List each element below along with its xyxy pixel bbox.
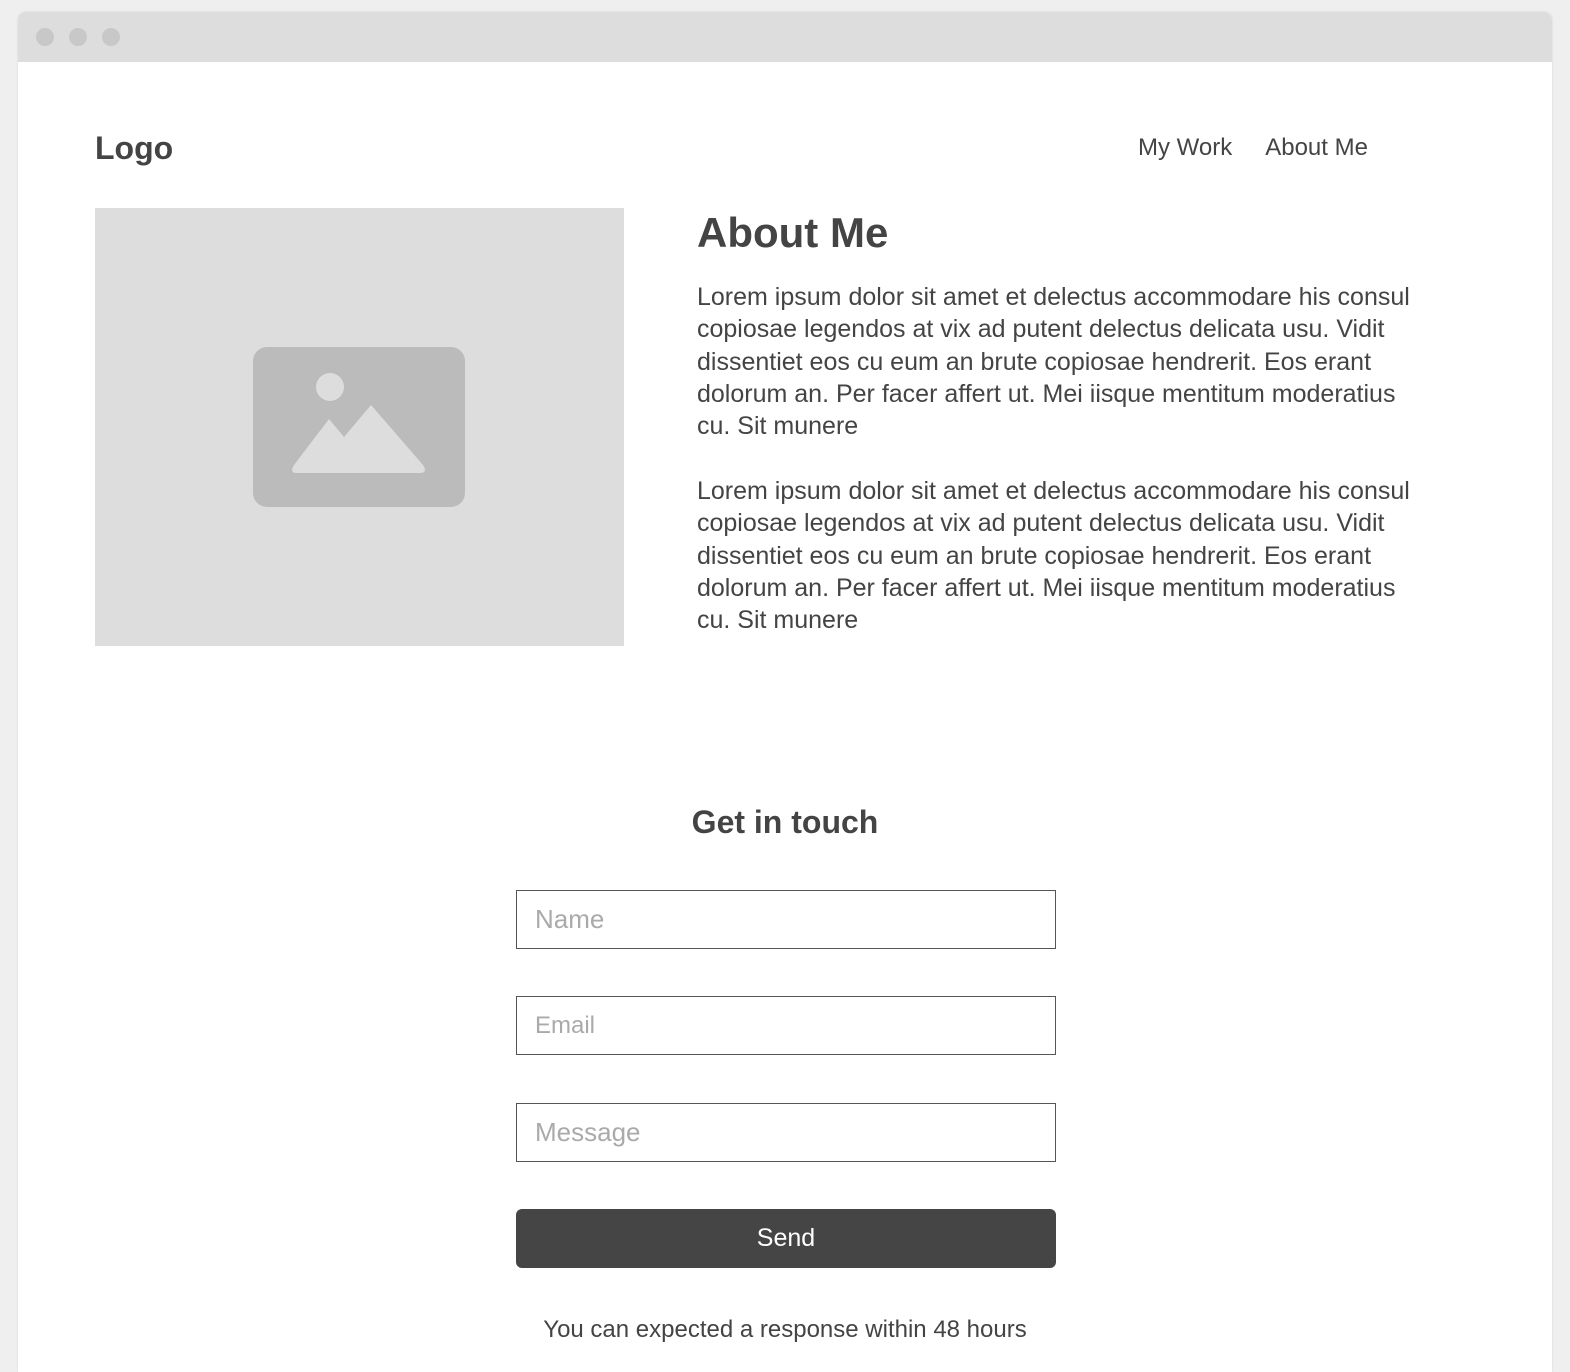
window-maximize-dot[interactable] — [102, 28, 120, 46]
nav-link-about-me[interactable]: About Me — [1265, 132, 1368, 164]
about-paragraph-1: Lorem ipsum dolor sit amet et delectus a… — [697, 283, 1410, 441]
nav-link-my-work[interactable]: My Work — [1138, 132, 1232, 164]
window-titlebar — [18, 12, 1552, 62]
page-content: Logo My Work About Me About Me Lorem ips… — [18, 62, 1552, 1372]
window-close-dot[interactable] — [36, 28, 54, 46]
name-input[interactable] — [516, 890, 1056, 949]
about-paragraph-2: Lorem ipsum dolor sit amet et delectus a… — [697, 477, 1410, 635]
about-heading: About Me — [697, 209, 889, 256]
contact-heading: Get in touch — [691, 804, 879, 840]
send-button[interactable]: Send — [516, 1209, 1056, 1268]
window-minimize-dot[interactable] — [69, 28, 87, 46]
main-nav: My Work About Me — [1138, 132, 1368, 164]
site-logo[interactable]: Logo — [95, 126, 173, 170]
response-time-note: You can expected a response within 48 ho… — [543, 1316, 1027, 1343]
browser-window: Logo My Work About Me About Me Lorem ips… — [18, 12, 1552, 1372]
image-placeholder-icon — [253, 347, 465, 507]
email-input[interactable] — [516, 996, 1056, 1055]
profile-image-placeholder — [95, 208, 624, 646]
message-input[interactable] — [516, 1103, 1056, 1162]
